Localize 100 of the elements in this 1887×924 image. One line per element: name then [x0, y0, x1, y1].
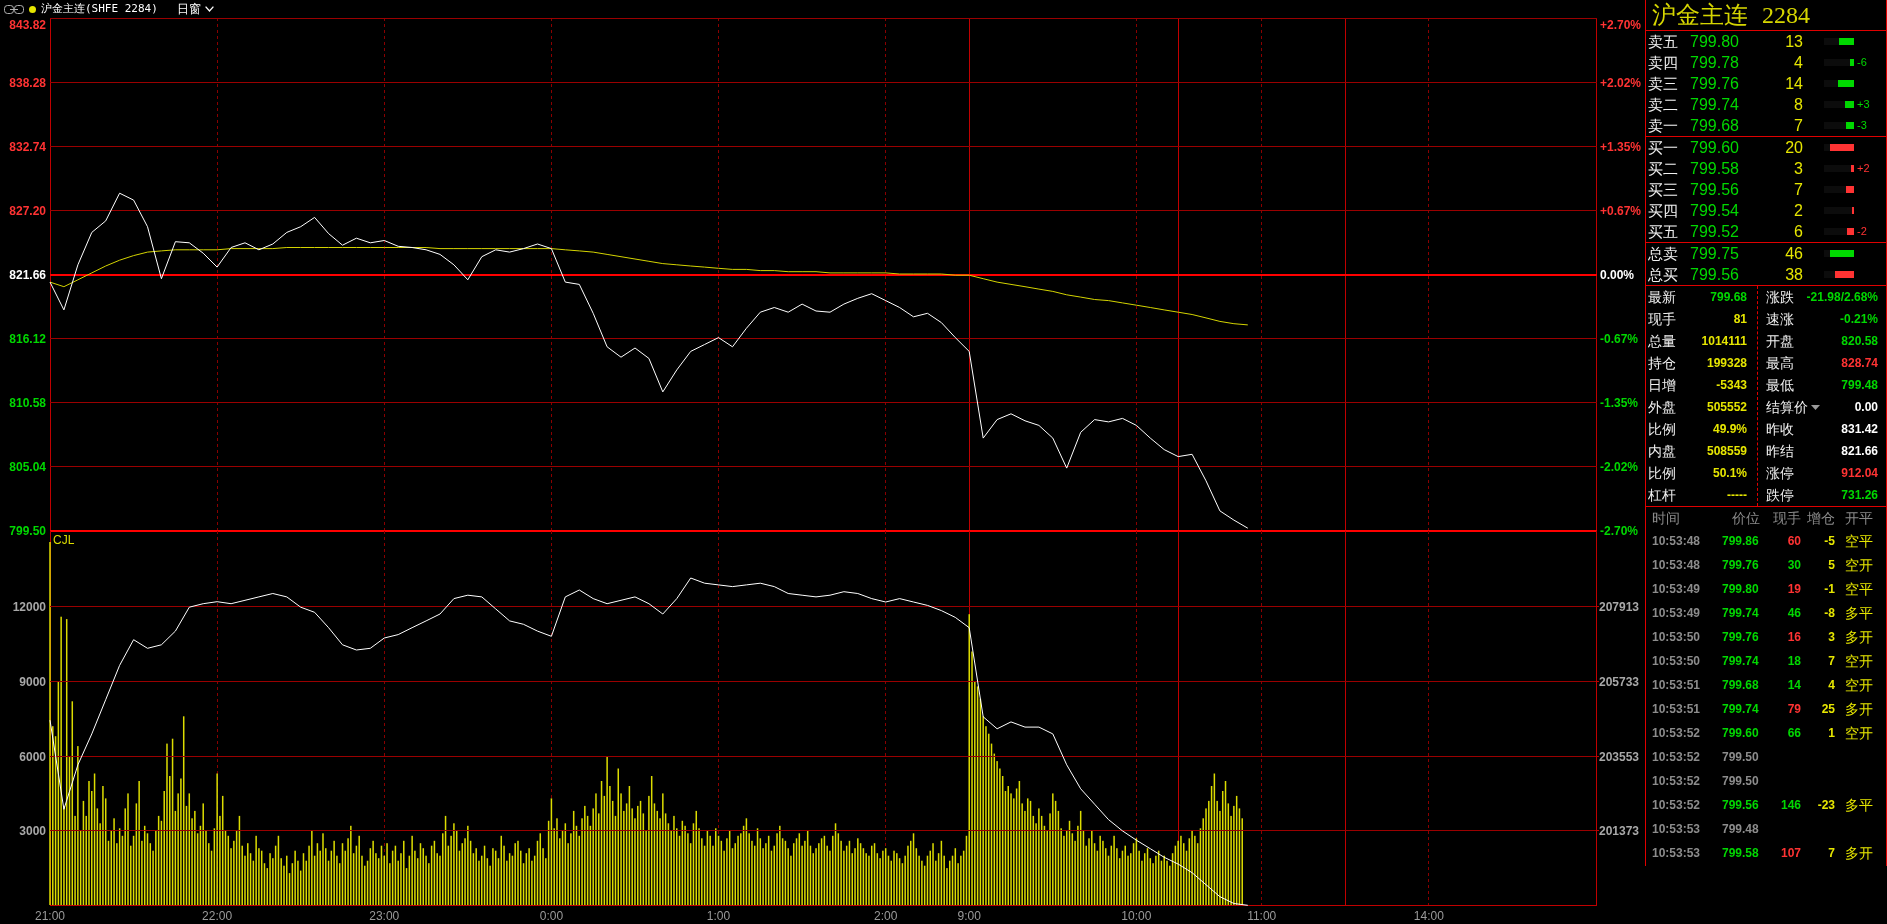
depth-label: 总买: [1647, 265, 1679, 284]
open-interest-change: 7: [1827, 845, 1835, 861]
time-axis-label: 0:00: [539, 909, 564, 923]
trade-volume: 60: [1786, 533, 1801, 549]
stat-label: 日增: [1648, 376, 1676, 394]
instrument-code: 2284: [1762, 1, 1810, 29]
stat-value: 1014111: [1701, 333, 1747, 349]
stat-value: -0.21%: [1839, 311, 1878, 327]
trade-time: 10:53:49: [1651, 605, 1702, 621]
trade-time: 10:53:52: [1651, 725, 1702, 741]
percent-axis-label: +0.67%: [1600, 203, 1642, 218]
open-interest-change: 3: [1827, 629, 1835, 645]
open-interest-axis-label: 203553: [1599, 749, 1640, 764]
depth-label: 卖五: [1647, 32, 1679, 51]
stat-value: 508559: [1706, 443, 1747, 459]
view-dropdown[interactable]: 日窗: [174, 2, 216, 16]
stat-label: 最新: [1648, 288, 1676, 306]
depth-label: 卖四: [1647, 53, 1679, 72]
stat-label: 涨跌: [1766, 288, 1794, 306]
stat-value: -21.98/2.68%: [1806, 289, 1878, 305]
depth-price: 799.56: [1690, 180, 1740, 199]
trade-price: 799.74: [1722, 701, 1760, 717]
percent-axis-label: -0.67%: [1600, 331, 1639, 346]
trade-volume: 16: [1786, 629, 1801, 645]
stat-label: 持仓: [1648, 354, 1676, 372]
open-interest-axis-label: 207913: [1599, 599, 1640, 614]
depth-volume: 14: [1784, 74, 1803, 93]
stat-value: 199328: [1706, 355, 1747, 371]
depth-price: 799.76: [1690, 74, 1740, 93]
time-axis-label: 22:00: [202, 909, 233, 923]
trade-price: 799.58: [1722, 845, 1760, 861]
depth-price: 799.56: [1690, 265, 1740, 284]
depth-volume: 20: [1784, 138, 1803, 157]
chevron-down-icon: [204, 6, 214, 12]
price-axis-label: 799.50: [9, 523, 46, 538]
depth-change: +3: [1857, 98, 1870, 111]
caret-down-icon[interactable]: [1811, 404, 1820, 410]
price-axis-label: 810.58: [9, 395, 46, 410]
stat-value: 912.04: [1841, 465, 1878, 481]
stat-label: 内盘: [1648, 442, 1676, 460]
instrument-name: 沪金主连: [1652, 1, 1748, 29]
open-interest-change: 4: [1827, 677, 1835, 693]
column-header: 增仓: [1806, 509, 1835, 527]
trade-price: 799.60: [1722, 725, 1760, 741]
stat-value: 799.48: [1841, 377, 1878, 393]
trade-type: 空开: [1845, 556, 1873, 574]
link-icon[interactable]: [4, 4, 24, 14]
open-interest-change: -8: [1823, 605, 1835, 621]
trade-price: 799.80: [1722, 581, 1760, 597]
percent-axis-label: +1.35%: [1600, 139, 1642, 154]
trade-volume: 146: [1779, 797, 1801, 813]
time-axis-label: 23:00: [369, 909, 400, 923]
trade-type: 多开: [1845, 700, 1873, 718]
price-axis-label: 821.66: [9, 267, 46, 282]
depth-price: 799.54: [1690, 201, 1740, 220]
stat-value: 505552: [1706, 399, 1747, 415]
depth-volume: 13: [1784, 32, 1803, 51]
stat-value: 821.66: [1841, 443, 1878, 459]
stat-value: 828.74: [1841, 355, 1878, 371]
trade-time: 10:53:48: [1651, 557, 1702, 573]
depth-price: 799.52: [1690, 222, 1740, 241]
percent-axis-label: -2.02%: [1600, 459, 1639, 474]
volume-axis-label: 12000: [12, 599, 46, 614]
percent-axis-label: +2.70%: [1600, 18, 1642, 32]
open-interest-change: -5: [1823, 533, 1835, 549]
trade-price: 799.76: [1722, 557, 1760, 573]
trade-time: 10:53:53: [1651, 821, 1702, 837]
depth-price: 799.80: [1690, 32, 1740, 51]
trade-price: 799.86: [1722, 533, 1760, 549]
time-axis-label: 21:00: [35, 909, 65, 923]
percent-axis-label: +2.02%: [1600, 75, 1642, 90]
depth-volume: 2: [1793, 201, 1803, 220]
depth-label: 卖二: [1647, 95, 1679, 114]
trade-time: 10:53:52: [1651, 749, 1702, 765]
trade-price: 799.50: [1722, 749, 1760, 765]
chart-title: CJL: [53, 533, 75, 547]
column-header: 价位: [1731, 509, 1761, 527]
depth-price: 799.78: [1690, 53, 1740, 72]
trade-volume: 30: [1786, 557, 1801, 573]
depth-volume: 8: [1793, 95, 1803, 114]
stat-label: 比例: [1648, 464, 1676, 482]
stat-label: 昨收: [1766, 420, 1794, 438]
trade-time: 10:53:51: [1651, 677, 1702, 693]
trade-volume: 66: [1786, 725, 1801, 741]
stat-label: 外盘: [1648, 398, 1676, 416]
depth-volume: 7: [1793, 116, 1803, 135]
depth-label: 总卖: [1647, 244, 1679, 263]
volume-axis-label: 9000: [19, 674, 46, 689]
depth-volume: 7: [1793, 180, 1803, 199]
depth-change: -3: [1857, 119, 1867, 132]
trade-type: 多平: [1845, 604, 1873, 622]
open-interest-change: 25: [1820, 701, 1835, 717]
instrument-title: 沪金主连(SHFE 2284): [41, 2, 158, 16]
depth-price: 799.74: [1690, 95, 1740, 114]
trade-time: 10:53:52: [1651, 773, 1702, 789]
open-interest-axis-label: 201373: [1599, 823, 1640, 838]
stat-value: 0.00: [1854, 399, 1878, 415]
depth-label: 买二: [1647, 159, 1679, 178]
stat-label: 杠杆: [1648, 486, 1676, 504]
trade-volume: 19: [1786, 581, 1801, 597]
